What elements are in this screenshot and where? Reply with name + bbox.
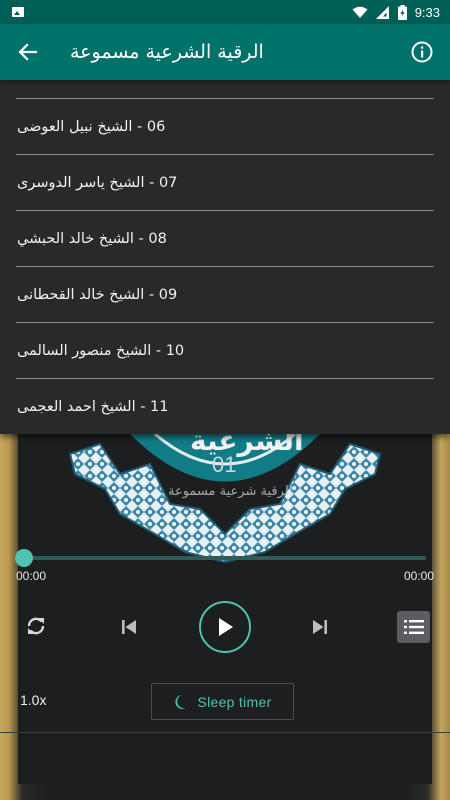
- play-icon: [219, 618, 233, 636]
- list-item[interactable]: 11 - الشيخ احمد العجمى: [16, 379, 434, 435]
- divider: [0, 732, 450, 733]
- playlist-button[interactable]: [397, 611, 430, 643]
- info-circle-icon: [411, 41, 433, 63]
- artwork-caption: الرقية شرعية مسموعة: [168, 484, 293, 499]
- arrow-left-icon: [18, 43, 38, 61]
- playlist-icon: [403, 620, 424, 634]
- seek-bar[interactable]: [24, 556, 426, 560]
- next-button[interactable]: [309, 616, 331, 638]
- list-item-label: 10 - الشيخ منصور السالمى: [17, 342, 185, 359]
- list-item[interactable]: 08 - الشيخ خالد الحبشي: [16, 211, 434, 267]
- list-item[interactable]: 09 - الشيخ خالد القحطانى: [16, 267, 434, 323]
- previous-button[interactable]: [118, 616, 140, 638]
- repeat-button[interactable]: [22, 612, 50, 640]
- repeat-icon: [27, 617, 45, 635]
- list-item-label: 06 - الشيخ نبيل العوضى: [17, 118, 166, 135]
- list-item[interactable]: 07 - الشيخ ياسر الدوسرى: [16, 155, 434, 211]
- list-item-label: 07 - الشيخ ياسر الدوسرى: [17, 174, 178, 191]
- seek-thumb[interactable]: [15, 549, 33, 567]
- page-title: الرقية الشرعية مسموعة: [70, 41, 264, 63]
- status-time: 9:33: [414, 4, 440, 20]
- list-item-label: 11 - الشيخ احمد العجمى: [17, 399, 169, 415]
- back-button[interactable]: [0, 24, 56, 80]
- status-bar: 9:33: [0, 0, 450, 24]
- list-item-label: 09 - الشيخ خالد القحطانى: [17, 286, 178, 303]
- track-list: 06 - الشيخ نبيل العوضى 07 - الشيخ ياسر ا…: [0, 80, 450, 434]
- skip-previous-icon: [122, 620, 136, 634]
- battery-icon: [397, 4, 407, 20]
- image-notification-icon: [12, 7, 24, 17]
- moon-icon: [175, 694, 187, 709]
- list-item[interactable]: 06 - الشيخ نبيل العوضى: [16, 99, 434, 155]
- sleep-timer-button[interactable]: Sleep timer: [151, 683, 294, 720]
- list-item[interactable]: 10 - الشيخ منصور السالمى: [16, 323, 434, 379]
- skip-next-icon: [313, 620, 327, 634]
- total-time: 00:00: [403, 569, 434, 583]
- list-item-label: 08 - الشيخ خالد الحبشي: [17, 230, 167, 247]
- play-button[interactable]: [199, 601, 251, 653]
- app-bar: الرقية الشرعية مسموعة: [0, 24, 450, 80]
- sleep-timer-label: Sleep timer: [197, 693, 272, 710]
- track-number: 01: [212, 452, 237, 477]
- current-time: 00:00: [16, 569, 47, 583]
- playback-speed[interactable]: 1.0x: [20, 692, 46, 708]
- svg-text:الشرعية: الشرعية: [190, 434, 304, 457]
- wifi-icon: [352, 6, 368, 18]
- info-button[interactable]: [394, 24, 450, 80]
- cellular-signal-icon: [375, 5, 389, 19]
